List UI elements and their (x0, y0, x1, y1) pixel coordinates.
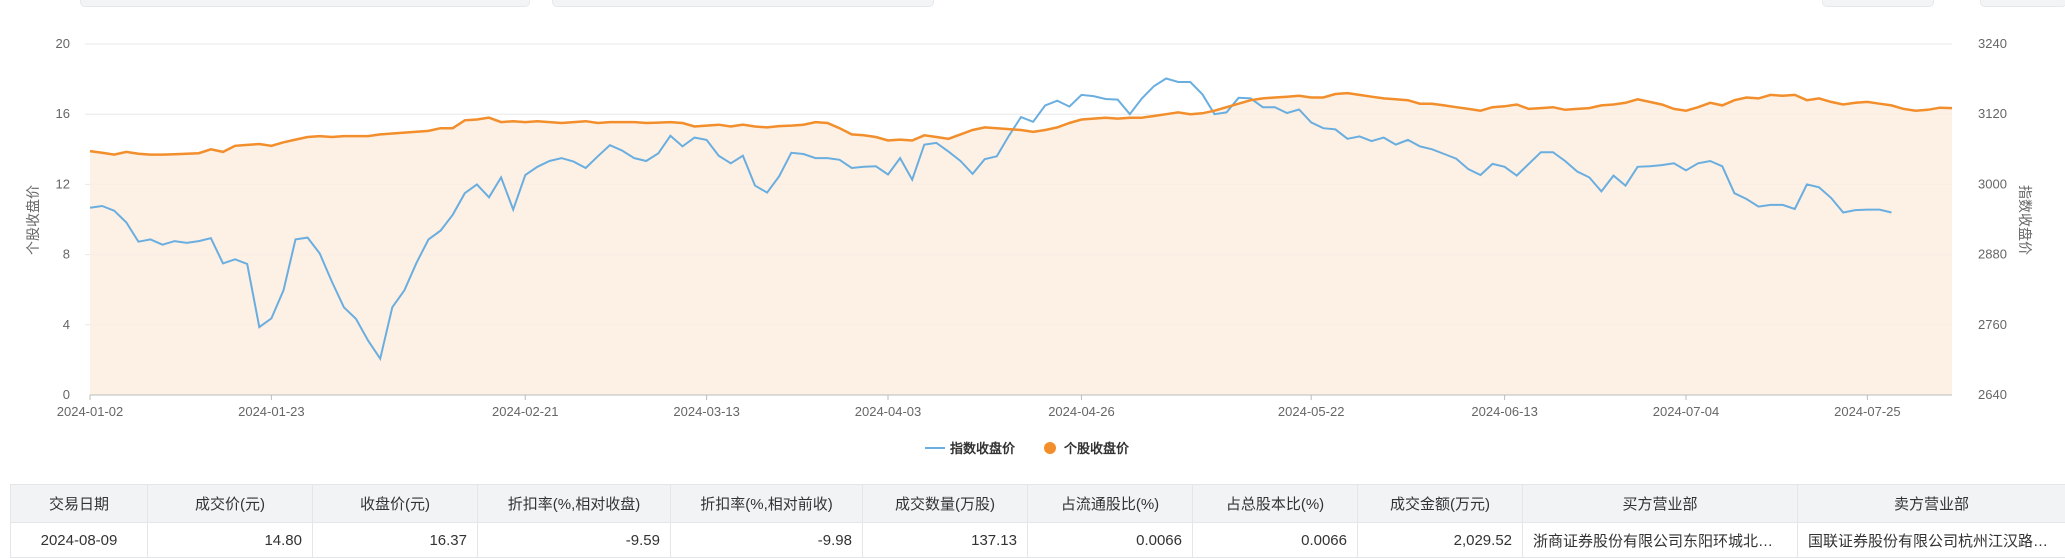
table-cell: 浙商证券股份有限公司东阳环城北路证券营业部 (1523, 523, 1798, 558)
x-tick-label: 2024-07-25 (1834, 404, 1901, 419)
table-row: 2024-08-0914.8016.37-9.59-9.98137.130.00… (11, 523, 2065, 558)
table-header-row: 交易日期成交价(元)收盘价(元)折扣率(%,相对收盘)折扣率(%,相对前收)成交… (11, 485, 2065, 523)
y-left-tick-label: 20 (56, 36, 70, 51)
y-left-tick-label: 4 (63, 317, 70, 332)
y-left-tick-label: 8 (63, 247, 70, 262)
stock-area-fill (90, 93, 1952, 395)
column-header: 占流通股比(%) (1028, 485, 1193, 523)
y-right-tick-label: 2760 (1978, 317, 2007, 332)
table-cell: 2,029.52 (1358, 523, 1523, 558)
table-cell: 0.0066 (1193, 523, 1358, 558)
x-tick-label: 2024-04-26 (1048, 404, 1115, 419)
column-header: 成交数量(万股) (863, 485, 1028, 523)
y-right-tick-label: 2880 (1978, 247, 2007, 262)
x-tick-label: 2024-05-22 (1278, 404, 1345, 419)
y-left-axis-title: 个股收盘价 (25, 185, 41, 255)
legend-index-label: 指数收盘价 (950, 441, 1016, 456)
table-cell: -9.59 (478, 523, 671, 558)
column-header: 成交金额(万元) (1358, 485, 1523, 523)
y-right-tick-label: 3120 (1978, 106, 2007, 121)
column-header: 收盘价(元) (313, 485, 478, 523)
legend-stock-marker (1044, 442, 1056, 454)
table-cell: 14.80 (148, 523, 313, 558)
block-trade-table: 交易日期成交价(元)收盘价(元)折扣率(%,相对收盘)折扣率(%,相对前收)成交… (10, 484, 2065, 558)
y-left-tick-label: 12 (56, 176, 70, 191)
x-tick-label: 2024-07-04 (1653, 404, 1720, 419)
y-right-ticks: 2640 2760 2880 3000 3120 3240 (1978, 36, 2007, 402)
table-cell: 2024-08-09 (11, 523, 148, 558)
y-left-tick-label: 0 (63, 387, 70, 402)
table-cell: -9.98 (671, 523, 863, 558)
legend-stock-label: 个股收盘价 (1063, 441, 1130, 456)
column-header: 成交价(元) (148, 485, 313, 523)
y-right-tick-label: 2640 (1978, 387, 2007, 402)
table-cell: 137.13 (863, 523, 1028, 558)
column-header: 折扣率(%,相对前收) (671, 485, 863, 523)
y-left-tick-label: 16 (56, 106, 70, 121)
column-header: 折扣率(%,相对收盘) (478, 485, 671, 523)
x-tick-label: 2024-01-02 (57, 404, 124, 419)
x-axis-ticks: 2024-01-02 2024-01-23 2024-02-21 2024-03-13… (57, 395, 1901, 419)
x-tick-label: 2024-04-03 (855, 404, 922, 419)
y-right-axis-title: 指数收盘价 (2017, 185, 2033, 255)
column-header: 交易日期 (11, 485, 148, 523)
x-tick-label: 2024-02-21 (492, 404, 559, 419)
column-header: 卖方营业部 (1798, 485, 2065, 523)
x-tick-label: 2024-03-13 (673, 404, 740, 419)
x-tick-label: 2024-01-23 (238, 404, 305, 419)
table-cell: 0.0066 (1028, 523, 1193, 558)
x-tick-label: 2024-06-13 (1471, 404, 1538, 419)
table-cell: 16.37 (313, 523, 478, 558)
y-left-ticks: 0 4 8 12 16 20 (56, 36, 70, 402)
table-body: 2024-08-0914.8016.37-9.59-9.98137.130.00… (11, 523, 2065, 558)
column-header: 占总股本比(%) (1193, 485, 1358, 523)
price-chart: 2024-01-02 2024-01-23 2024-02-21 2024-03-13… (0, 0, 2065, 470)
y-right-tick-label: 3240 (1978, 36, 2007, 51)
column-header: 买方营业部 (1523, 485, 1798, 523)
y-right-tick-label: 3000 (1978, 176, 2007, 191)
legend: 指数收盘价 个股收盘价 (925, 441, 1130, 456)
table-cell: 国联证券股份有限公司杭州江汉路证券营业部 (1798, 523, 2065, 558)
